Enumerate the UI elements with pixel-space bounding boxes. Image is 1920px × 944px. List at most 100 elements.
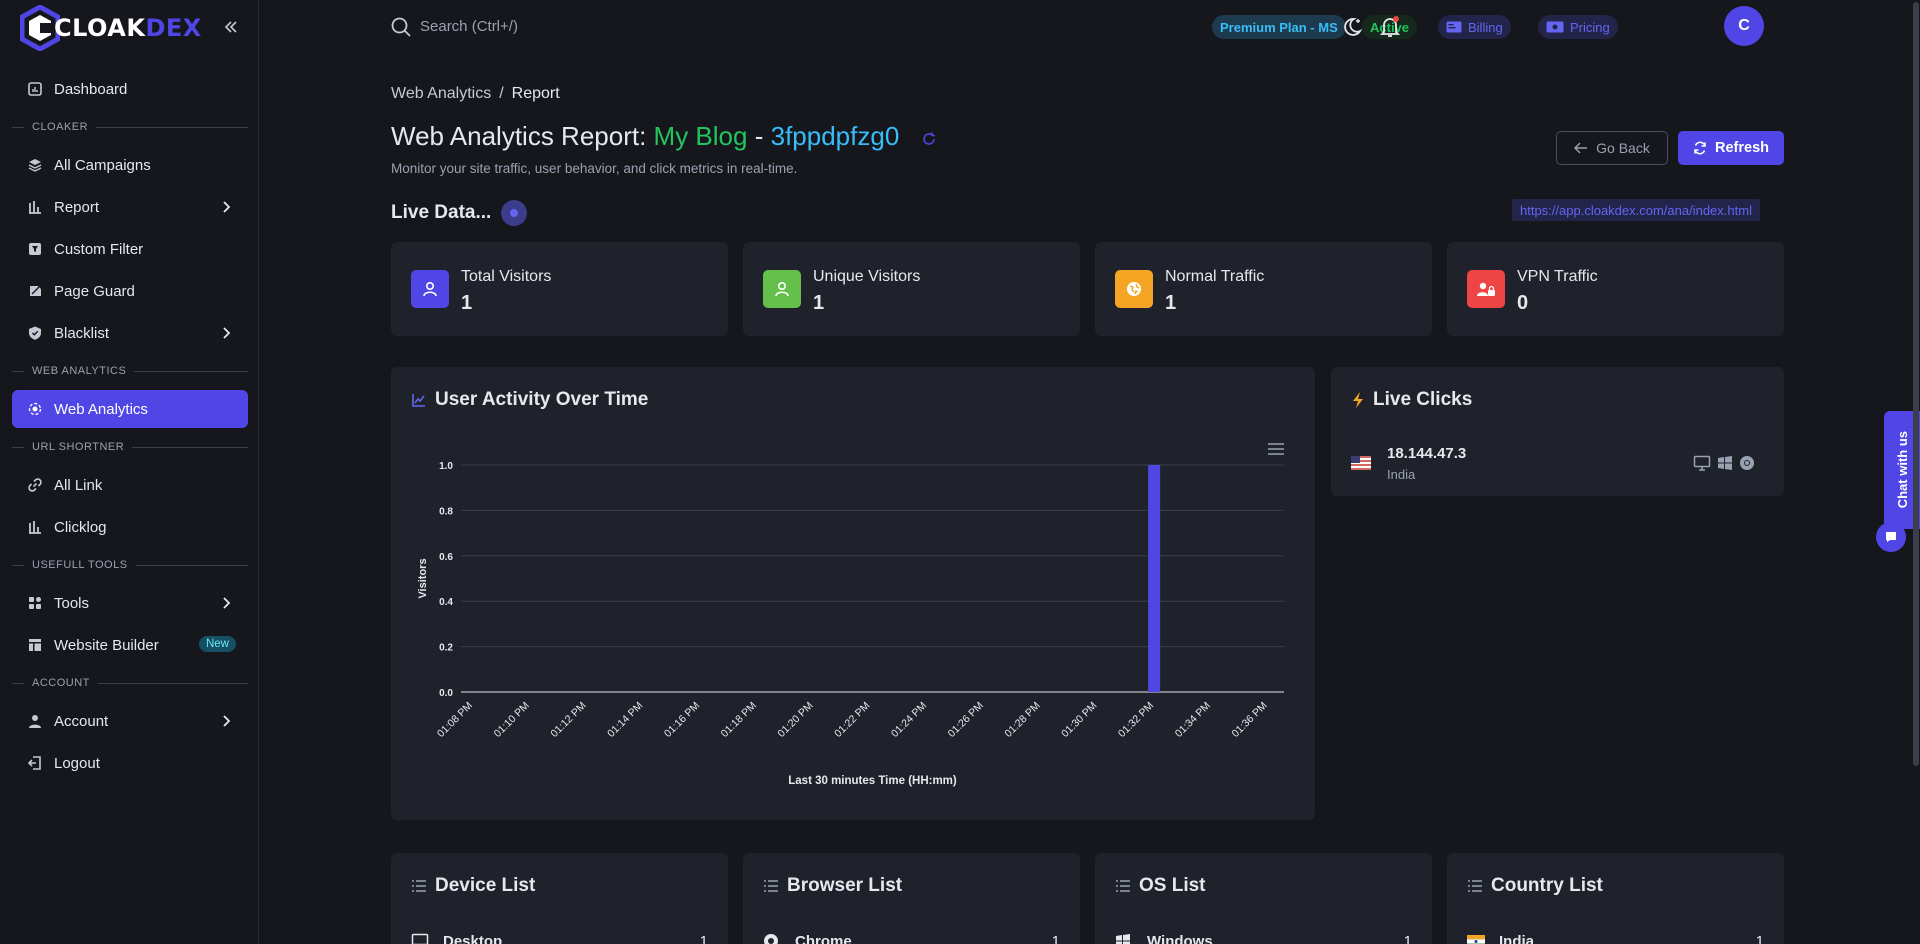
page-scrollbar[interactable]	[1912, 0, 1920, 768]
sidebar-item-custom-filter[interactable]: Custom Filter	[12, 230, 248, 268]
layers-icon	[26, 156, 44, 174]
page-guard-icon	[26, 282, 44, 300]
desktop-icon	[1693, 455, 1711, 475]
breadcrumb-parent[interactable]: Web Analytics	[391, 85, 491, 102]
click-device-icons	[1693, 455, 1755, 475]
chevron-right-icon	[218, 199, 234, 215]
chevron-right-icon	[218, 713, 234, 729]
chevron-right-icon	[218, 325, 234, 341]
section-url-shortner: URL SHORTNER	[12, 434, 248, 460]
card-title: Country List	[1467, 875, 1603, 897]
live-click-row[interactable]: 18.144.47.3 India	[1349, 443, 1755, 487]
notification-bell-icon[interactable]	[1378, 15, 1402, 39]
filter-icon	[26, 240, 44, 258]
live-indicator	[501, 200, 528, 226]
collapse-sidebar-icon[interactable]	[220, 16, 242, 38]
billing-button[interactable]: Billing	[1438, 15, 1511, 39]
card-title: Device List	[411, 875, 535, 897]
arrow-left-icon	[1574, 142, 1588, 154]
go-back-button[interactable]: Go Back	[1556, 131, 1668, 165]
x-tick-label: 01:36 PM	[1229, 700, 1269, 740]
stat-value: 1	[461, 292, 473, 314]
topbar: Premium Plan - MS Active Billing Pricing…	[260, 0, 1920, 52]
card-title: Live Clicks	[1351, 389, 1472, 411]
x-tick-label: 01:12 PM	[548, 700, 588, 740]
os-list-card: OS List Windows 1	[1095, 853, 1432, 944]
stat-label: Normal Traffic	[1165, 268, 1265, 285]
sidebar-item-dashboard[interactable]: Dashboard	[12, 70, 248, 108]
new-badge: New	[198, 636, 236, 652]
chart-menu-icon[interactable]	[1267, 442, 1285, 456]
layout-icon	[26, 636, 44, 654]
sidebar-item-web-analytics[interactable]: Web Analytics	[12, 390, 248, 428]
pricing-button[interactable]: Pricing	[1538, 15, 1618, 39]
chat-bubble-icon[interactable]	[1876, 522, 1906, 552]
list-item: Chrome 1	[763, 929, 1060, 944]
bar-chart-icon	[26, 198, 44, 216]
search-input[interactable]	[420, 12, 720, 40]
sidebar-item-blacklist[interactable]: Blacklist	[12, 314, 248, 352]
us-flag-icon	[1351, 456, 1371, 474]
stat-value: 0	[1517, 292, 1529, 314]
y-tick-label: 0.4	[439, 597, 453, 608]
avatar[interactable]: C	[1724, 6, 1764, 46]
y-tick-label: 0.6	[439, 552, 453, 563]
user-icon	[26, 712, 44, 730]
y-tick-label: 0.8	[439, 506, 453, 517]
search-icon[interactable]	[390, 16, 412, 42]
logo-text: CLOAKDEX	[54, 14, 202, 42]
click-ip: 18.144.47.3	[1387, 445, 1467, 462]
page-title: Web Analytics Report: My Blog - 3fppdpfz…	[391, 121, 937, 154]
x-tick-label: 01:20 PM	[775, 700, 815, 740]
breadcrumb: Web Analytics / Report	[391, 85, 560, 102]
sidebar-item-all-link[interactable]: All Link	[12, 466, 248, 504]
click-country: India	[1387, 467, 1416, 482]
sidebar: CLOAKDEX Dashboard CLOAKER All Campaigns…	[0, 0, 259, 944]
y-tick-label: 0.0	[439, 688, 453, 699]
sidebar-item-website-builder[interactable]: Website Builder New	[12, 626, 248, 664]
card-title: Browser List	[763, 875, 902, 897]
site-name: My Blog	[653, 121, 748, 151]
dashboard-icon	[26, 80, 44, 98]
sidebar-item-tools[interactable]: Tools	[12, 584, 248, 622]
sidebar-item-label: Account	[54, 712, 109, 730]
stat-card-vpn-traffic: VPN Traffic 0	[1447, 242, 1784, 336]
sidebar-item-page-guard[interactable]: Page Guard	[12, 272, 248, 310]
desktop-icon	[411, 933, 429, 944]
list-item: Windows 1	[1115, 929, 1412, 944]
x-tick-label: 01:18 PM	[719, 700, 759, 740]
card-title: OS List	[1115, 875, 1206, 897]
refresh-button[interactable]: Refresh	[1678, 131, 1784, 165]
theme-toggle-icon[interactable]	[1340, 15, 1364, 39]
x-tick-label: 01:08 PM	[435, 700, 475, 740]
y-tick-label: 1.0	[439, 461, 453, 472]
tracking-url-link[interactable]: https://app.cloakdex.com/ana/index.html	[1512, 199, 1760, 221]
page-subtitle: Monitor your site traffic, user behavior…	[391, 161, 798, 176]
sidebar-item-all-campaigns[interactable]: All Campaigns	[12, 146, 248, 184]
user-lock-icon	[1467, 270, 1505, 308]
x-tick-label: 01:34 PM	[1173, 700, 1213, 740]
section-web-analytics: WEB ANALYTICS	[12, 358, 248, 384]
chrome-icon	[1739, 455, 1755, 475]
logout-icon	[26, 754, 44, 772]
section-usefull-tools: USEFULL TOOLS	[12, 552, 248, 578]
windows-icon	[1115, 933, 1133, 944]
y-tick-label: 0.2	[439, 643, 453, 654]
sidebar-item-account[interactable]: Account	[12, 702, 248, 740]
sidebar-item-clicklog[interactable]: Clicklog	[12, 508, 248, 546]
live-data-label: Live Data...	[391, 200, 528, 226]
x-tick-label: 01:14 PM	[605, 700, 645, 740]
x-axis-label: Last 30 minutes Time (HH:mm)	[788, 775, 957, 787]
brand-logo[interactable]: CLOAKDEX	[20, 4, 202, 52]
sidebar-item-label: All Campaigns	[54, 156, 151, 174]
browser-list-card: Browser List Chrome 1	[743, 853, 1080, 944]
ticket-icon	[1546, 21, 1564, 33]
scrollbar-thumb[interactable]	[1913, 2, 1919, 766]
sidebar-item-label: Tools	[54, 594, 90, 612]
sidebar-item-label: Website Builder	[54, 636, 159, 654]
tools-grid-icon	[26, 594, 44, 612]
globe-icon	[1115, 270, 1153, 308]
sidebar-item-report[interactable]: Report	[12, 188, 248, 226]
stat-card-normal-traffic: Normal Traffic 1	[1095, 242, 1432, 336]
sidebar-item-logout[interactable]: Logout	[12, 744, 248, 782]
